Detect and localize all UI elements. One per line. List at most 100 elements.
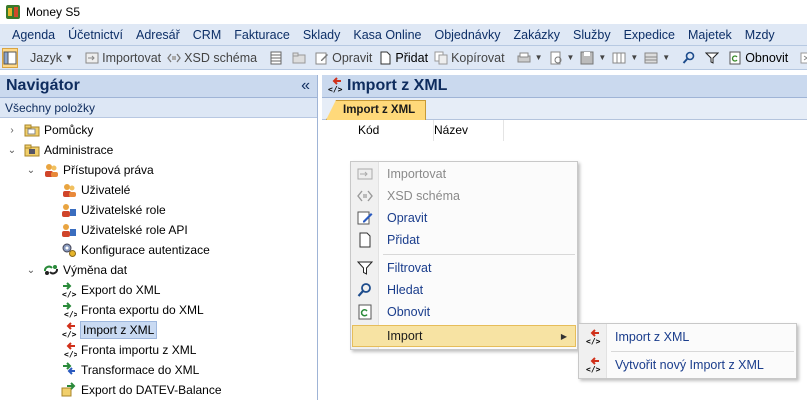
- menu-objednavky[interactable]: Objednávky: [428, 24, 507, 45]
- menu-item-xsd-schema[interactable]: XSD schéma: [353, 185, 575, 207]
- collapse-navigator-icon[interactable]: «: [301, 77, 311, 95]
- tree-item-label: Import z XML: [79, 321, 158, 339]
- chevron-down-icon: ▼: [662, 53, 671, 62]
- chevron-down-icon[interactable]: ⌄: [25, 265, 37, 276]
- menu-item-hledat[interactable]: Hledat: [353, 279, 575, 301]
- column-header-nazev[interactable]: Název: [434, 120, 504, 141]
- menu-item-opravit[interactable]: Opravit: [353, 207, 575, 229]
- tree-item-label: Fronta exportu do XML: [81, 303, 204, 317]
- svg-text:</>: </>: [62, 290, 77, 298]
- gears-icon: [61, 242, 77, 258]
- navigator-title: Navigátor: [6, 77, 80, 94]
- svg-text:</>: </>: [586, 365, 601, 373]
- tree-item-export-do-datev-balance[interactable]: Export do DATEV-Balance: [61, 380, 222, 400]
- tree-item-transformace-do-xml[interactable]: Transformace do XML: [61, 360, 199, 380]
- tab-strip: Import z XML: [322, 98, 807, 120]
- menu-item-pridat[interactable]: Přidat: [353, 229, 575, 251]
- title-bar: Money S5: [0, 0, 807, 24]
- refresh-icon: [357, 304, 373, 320]
- window-title: Money S5: [26, 5, 81, 19]
- print-button[interactable]: ▼: [514, 48, 546, 68]
- tree-item-label: Fronta importu z XML: [81, 343, 197, 357]
- grid-icon: [270, 51, 282, 64]
- refresh-button[interactable]: Obnovit: [725, 48, 791, 68]
- submenu-item-vytvorit-novy-import[interactable]: </> Vytvořit nový Import z XML: [581, 353, 794, 377]
- tree-item-uzivatele[interactable]: Uživatelé: [61, 180, 130, 200]
- tree-item-label: Export do DATEV-Balance: [81, 383, 222, 397]
- tree-item-label: Uživatelské role: [81, 203, 166, 217]
- xml-import-icon: </>: [585, 329, 601, 346]
- tree-item-fronta-importu-z-xml[interactable]: </> Fronta importu z XML: [61, 340, 196, 360]
- refresh-icon: [729, 51, 741, 64]
- menu-mzdy[interactable]: Mzdy: [739, 24, 782, 45]
- column-header-kod[interactable]: Kód: [322, 120, 434, 141]
- chevron-down-icon: ▼: [630, 53, 639, 62]
- menu-sklady[interactable]: Sklady: [297, 24, 348, 45]
- import-icon: [357, 166, 373, 182]
- menu-fakturace[interactable]: Fakturace: [228, 24, 297, 45]
- tree-item-label: Uživatelské role API: [81, 223, 188, 237]
- menu-adresar[interactable]: Adresář: [130, 24, 187, 45]
- menu-item-filtrovat[interactable]: Filtrovat: [353, 257, 575, 279]
- filter-icon: [705, 52, 720, 64]
- submenu-item-import-z-xml[interactable]: </> Import z XML: [581, 325, 794, 349]
- navigator-toggle-button[interactable]: [2, 47, 18, 68]
- chevron-right-icon[interactable]: ›: [6, 125, 18, 136]
- preview-button[interactable]: ▼: [546, 48, 578, 68]
- menu-item-import[interactable]: Import ▶: [352, 325, 576, 347]
- import-button[interactable]: Importovat: [82, 48, 164, 68]
- copy-label: Kopírovat: [451, 50, 505, 65]
- menu-crm[interactable]: CRM: [187, 24, 228, 45]
- xsd-schema-button[interactable]: XSD schéma: [164, 48, 260, 68]
- tree-item-export-do-xml[interactable]: </> Export do XML: [61, 280, 160, 300]
- edit-button[interactable]: Opravit: [312, 48, 375, 68]
- navigator-filter[interactable]: Všechny položky: [0, 98, 317, 118]
- users-icon: [43, 162, 59, 178]
- menu-sluzby[interactable]: Služby: [567, 24, 618, 45]
- import-submenu: </> Import z XML </> Vytvořit nový Impor…: [578, 323, 797, 379]
- grid-button[interactable]: [266, 48, 289, 68]
- tree-item-fronta-exportu-do-xml[interactable]: </> Fronta exportu do XML: [61, 300, 204, 320]
- tree-item-pomucky[interactable]: › Pomůcky: [6, 120, 93, 140]
- menu-zakazky[interactable]: Zakázky: [508, 24, 568, 45]
- search-button[interactable]: [679, 48, 702, 68]
- xml-import-icon: </>: [327, 76, 343, 96]
- folder-icon: [292, 52, 306, 63]
- menu-item-importovat[interactable]: Importovat: [353, 163, 575, 185]
- menu-majetek[interactable]: Majetek: [682, 24, 739, 45]
- menu-kasa-online[interactable]: Kasa Online: [347, 24, 428, 45]
- tree-item-administrace[interactable]: ⌄ Administrace: [6, 140, 114, 160]
- navigator-header: Navigátor «: [0, 75, 317, 98]
- menu-agenda[interactable]: Agenda: [0, 24, 62, 45]
- tree-item-vymena-dat[interactable]: ⌄ Výměna dat: [25, 260, 127, 280]
- copy-button[interactable]: Kopírovat: [431, 48, 508, 68]
- tree-item-pristupova-prava[interactable]: ⌄ Přístupová práva: [25, 160, 154, 180]
- columns-button[interactable]: ▼: [609, 48, 641, 68]
- svg-text:</>: </>: [64, 310, 77, 318]
- tree-item-label: Transformace do XML: [81, 363, 200, 377]
- menu-ucetnictvi[interactable]: Účetnictví: [62, 24, 130, 45]
- panel-icon: [3, 51, 17, 64]
- tree-item-konfigurace-autentizace[interactable]: Konfigurace autentizace: [61, 240, 210, 260]
- menu-expedice[interactable]: Expedice: [618, 24, 682, 45]
- menu-separator: [611, 351, 794, 352]
- filter-button[interactable]: [702, 48, 725, 68]
- tab-import-z-xml[interactable]: Import z XML: [326, 100, 427, 120]
- xsd-icon: [357, 188, 373, 204]
- chevron-down-icon[interactable]: ⌄: [6, 145, 18, 156]
- close-button[interactable]: [797, 48, 807, 68]
- tree-item-uzivatelske-role[interactable]: Uživatelské role: [61, 200, 166, 220]
- language-dropdown[interactable]: Jazyk ▼: [27, 48, 76, 68]
- xml-queue-icon: </>: [61, 302, 79, 319]
- save-button[interactable]: ▼: [577, 48, 609, 68]
- rows-button[interactable]: ▼: [641, 48, 673, 68]
- folder-icon: [24, 122, 40, 138]
- tree-item-uzivatelske-role-api[interactable]: Uživatelské role API: [61, 220, 188, 240]
- chevron-down-icon[interactable]: ⌄: [25, 165, 37, 176]
- tree-item-import-z-xml[interactable]: </> Import z XML: [61, 320, 158, 340]
- xml-export-icon: </>: [61, 282, 77, 299]
- menu-item-obnovit[interactable]: Obnovit: [353, 301, 575, 323]
- chevron-down-icon: ▼: [62, 53, 74, 62]
- add-button[interactable]: Přidat: [375, 48, 431, 68]
- folder-button[interactable]: [289, 48, 312, 68]
